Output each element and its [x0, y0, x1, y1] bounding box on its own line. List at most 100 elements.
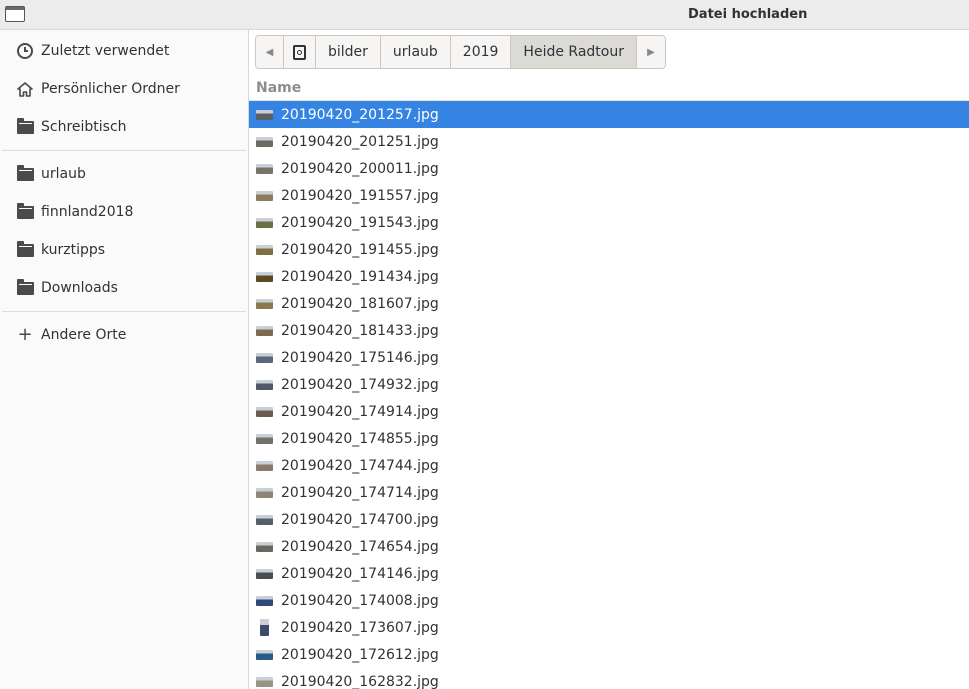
file-name: 20190420_201251.jpg — [281, 133, 439, 150]
file-row[interactable]: 20190420_181433.jpg — [249, 317, 969, 344]
window-title: Datei hochladen — [688, 7, 808, 22]
image-thumbnail-icon — [256, 218, 273, 228]
column-header-row: Name — [249, 74, 969, 101]
file-row[interactable]: 20190420_191434.jpg — [249, 263, 969, 290]
file-row[interactable]: 20190420_174914.jpg — [249, 398, 969, 425]
file-row[interactable]: 20190420_200011.jpg — [249, 155, 969, 182]
file-row[interactable]: 20190420_191543.jpg — [249, 209, 969, 236]
image-thumbnail-icon — [256, 407, 273, 417]
sidebar-item-label: Schreibtisch — [41, 119, 127, 135]
file-row[interactable]: 20190420_174700.jpg — [249, 506, 969, 533]
path-home-button[interactable] — [284, 36, 316, 68]
file-row[interactable]: 20190420_175146.jpg — [249, 344, 969, 371]
clock-icon — [16, 43, 34, 59]
image-thumbnail-icon — [256, 488, 273, 498]
sidebar-item-label: kurztipps — [41, 242, 106, 258]
image-thumbnail-icon — [256, 542, 273, 552]
sidebar-divider — [2, 311, 246, 312]
folder-icon — [16, 164, 34, 182]
file-name: 20190420_191455.jpg — [281, 241, 439, 258]
file-name: 20190420_174855.jpg — [281, 430, 439, 447]
file-name: 20190420_174146.jpg — [281, 565, 439, 582]
sidebar-item-label: finnland2018 — [41, 204, 134, 220]
file-name: 20190420_201257.jpg — [281, 106, 439, 123]
file-row[interactable]: 20190420_201257.jpg — [249, 101, 969, 128]
sidebar-item-finnland2018[interactable]: finnland2018 — [0, 193, 248, 231]
sidebar-item-downloads[interactable]: Downloads — [0, 269, 248, 307]
sidebar-item-other-locations[interactable]: + Andere Orte — [0, 316, 248, 354]
file-row[interactable]: 20190420_201251.jpg — [249, 128, 969, 155]
path-forward-button[interactable]: ▶ — [636, 36, 665, 68]
file-row[interactable]: 20190420_174855.jpg — [249, 425, 969, 452]
image-thumbnail-icon — [256, 164, 273, 174]
image-thumbnail-icon — [256, 677, 273, 687]
sidebar-item-urlaub[interactable]: urlaub — [0, 155, 248, 193]
file-row[interactable]: 20190420_162832.jpg — [249, 668, 969, 689]
sidebar-item-desktop[interactable]: Schreibtisch — [0, 108, 248, 146]
path-segment-urlaub[interactable]: urlaub — [380, 36, 451, 68]
sidebar-item-recent[interactable]: Zuletzt verwendet — [0, 32, 248, 70]
path-back-button[interactable]: ◀ — [256, 36, 284, 68]
file-name: 20190420_174932.jpg — [281, 376, 439, 393]
sidebar-divider — [2, 150, 246, 151]
image-thumbnail-icon — [256, 299, 273, 309]
file-row[interactable]: 20190420_174744.jpg — [249, 452, 969, 479]
file-name: 20190420_162832.jpg — [281, 673, 439, 689]
plus-icon: + — [17, 324, 33, 345]
folder-icon — [16, 278, 34, 296]
file-name: 20190420_181433.jpg — [281, 322, 439, 339]
folder-icon — [16, 117, 34, 135]
sidebar-item-home[interactable]: Persönlicher Ordner — [0, 70, 248, 108]
file-name: 20190420_174008.jpg — [281, 592, 439, 609]
image-thumbnail-icon — [256, 272, 273, 282]
image-thumbnail-icon — [256, 380, 273, 390]
chevron-right-icon: ▶ — [647, 46, 655, 58]
file-row[interactable]: 20190420_191455.jpg — [249, 236, 969, 263]
file-name: 20190420_174714.jpg — [281, 484, 439, 501]
image-thumbnail-icon — [256, 110, 273, 120]
folder-icon — [16, 240, 34, 258]
image-thumbnail-icon — [256, 191, 273, 201]
path-segment-heide-radtour[interactable]: Heide Radtour — [511, 36, 637, 68]
path-bar: ◀ bilder urlaub 2019 Heide Radtour ▶ — [255, 35, 666, 69]
sidebar-item-label: urlaub — [41, 166, 86, 182]
image-thumbnail-icon — [256, 137, 273, 147]
sidebar-item-label: Downloads — [41, 280, 118, 296]
home-icon — [16, 81, 34, 97]
image-thumbnail-icon — [256, 596, 273, 606]
file-row[interactable]: 20190420_172612.jpg — [249, 641, 969, 668]
file-row[interactable]: 20190420_174714.jpg — [249, 479, 969, 506]
file-row[interactable]: 20190420_174654.jpg — [249, 533, 969, 560]
file-name: 20190420_174654.jpg — [281, 538, 439, 555]
file-name: 20190420_174744.jpg — [281, 457, 439, 474]
sidebar-item-label: Andere Orte — [41, 327, 127, 343]
file-name: 20190420_174700.jpg — [281, 511, 439, 528]
image-thumbnail-icon — [260, 619, 269, 636]
file-name: 20190420_172612.jpg — [281, 646, 439, 663]
file-row[interactable]: 20190420_174146.jpg — [249, 560, 969, 587]
path-segment-bilder[interactable]: bilder — [316, 36, 381, 68]
file-row[interactable]: 20190420_173607.jpg — [249, 614, 969, 641]
file-row[interactable]: 20190420_174008.jpg — [249, 587, 969, 614]
home-device-icon — [293, 44, 306, 60]
image-thumbnail-icon — [256, 461, 273, 471]
image-thumbnail-icon — [256, 326, 273, 336]
file-name: 20190420_191543.jpg — [281, 214, 439, 231]
column-header-name[interactable]: Name — [256, 80, 301, 96]
file-name: 20190420_191434.jpg — [281, 268, 439, 285]
folder-icon — [16, 202, 34, 220]
window-icon[interactable] — [5, 6, 25, 22]
file-row[interactable]: 20190420_174932.jpg — [249, 371, 969, 398]
file-name: 20190420_174914.jpg — [281, 403, 439, 420]
image-thumbnail-icon — [256, 434, 273, 444]
image-thumbnail-icon — [256, 569, 273, 579]
file-list[interactable]: 20190420_201257.jpg 20190420_201251.jpg 20… — [249, 101, 969, 689]
file-name: 20190420_200011.jpg — [281, 160, 439, 177]
path-segment-2019[interactable]: 2019 — [450, 36, 512, 68]
image-thumbnail-icon — [256, 245, 273, 255]
sidebar-item-label: Zuletzt verwendet — [41, 43, 170, 59]
sidebar-item-kurztipps[interactable]: kurztipps — [0, 231, 248, 269]
file-row[interactable]: 20190420_191557.jpg — [249, 182, 969, 209]
file-row[interactable]: 20190420_181607.jpg — [249, 290, 969, 317]
chevron-left-icon: ◀ — [265, 46, 274, 58]
